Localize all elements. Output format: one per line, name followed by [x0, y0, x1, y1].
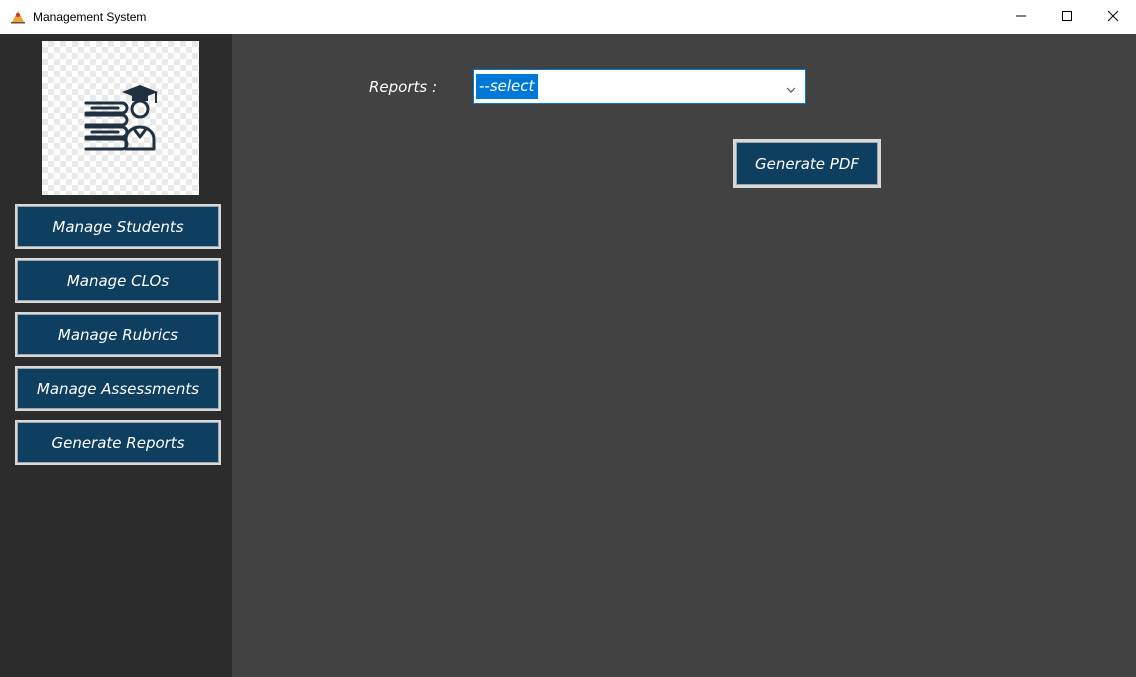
client-area: Manage Students Manage CLOs Manage Rubri…: [0, 34, 1136, 677]
reports-label: Reports :: [369, 78, 438, 96]
reports-select[interactable]: --select: [473, 69, 806, 104]
manage-students-label: Manage Students: [52, 217, 184, 236]
app-icon: [10, 9, 26, 25]
manage-clos-label: Manage CLOs: [66, 271, 170, 290]
logo: [42, 41, 199, 195]
generate-reports-label: Generate Reports: [51, 433, 185, 452]
manage-assessments-button[interactable]: Manage Assessments: [15, 366, 221, 411]
maximize-button[interactable]: [1044, 0, 1090, 32]
reports-select-value: --select: [476, 74, 539, 99]
minimize-icon: [1015, 7, 1027, 26]
generate-pdf-button[interactable]: Generate PDF: [733, 139, 881, 188]
sidebar: Manage Students Manage CLOs Manage Rubri…: [7, 34, 232, 677]
manage-assessments-label: Manage Assessments: [36, 379, 200, 398]
manage-rubrics-button[interactable]: Manage Rubrics: [15, 312, 221, 357]
chevron-down-icon[interactable]: [785, 81, 797, 100]
maximize-icon: [1061, 7, 1073, 26]
app-window: Management System Manage Students Manage…: [0, 0, 1136, 677]
manage-clos-button[interactable]: Manage CLOs: [15, 258, 221, 303]
manage-rubrics-label: Manage Rubrics: [57, 325, 179, 344]
minimize-button[interactable]: [998, 0, 1044, 32]
generate-pdf-label: Generate PDF: [754, 154, 860, 173]
window-title: Management System: [33, 10, 147, 24]
manage-students-button[interactable]: Manage Students: [15, 204, 221, 249]
generate-reports-button[interactable]: Generate Reports: [15, 420, 221, 465]
title-bar: Management System: [0, 0, 1136, 34]
main-panel: Reports : --select Generate PDF: [232, 34, 1136, 677]
close-icon: [1107, 7, 1119, 26]
close-button[interactable]: [1090, 0, 1136, 32]
